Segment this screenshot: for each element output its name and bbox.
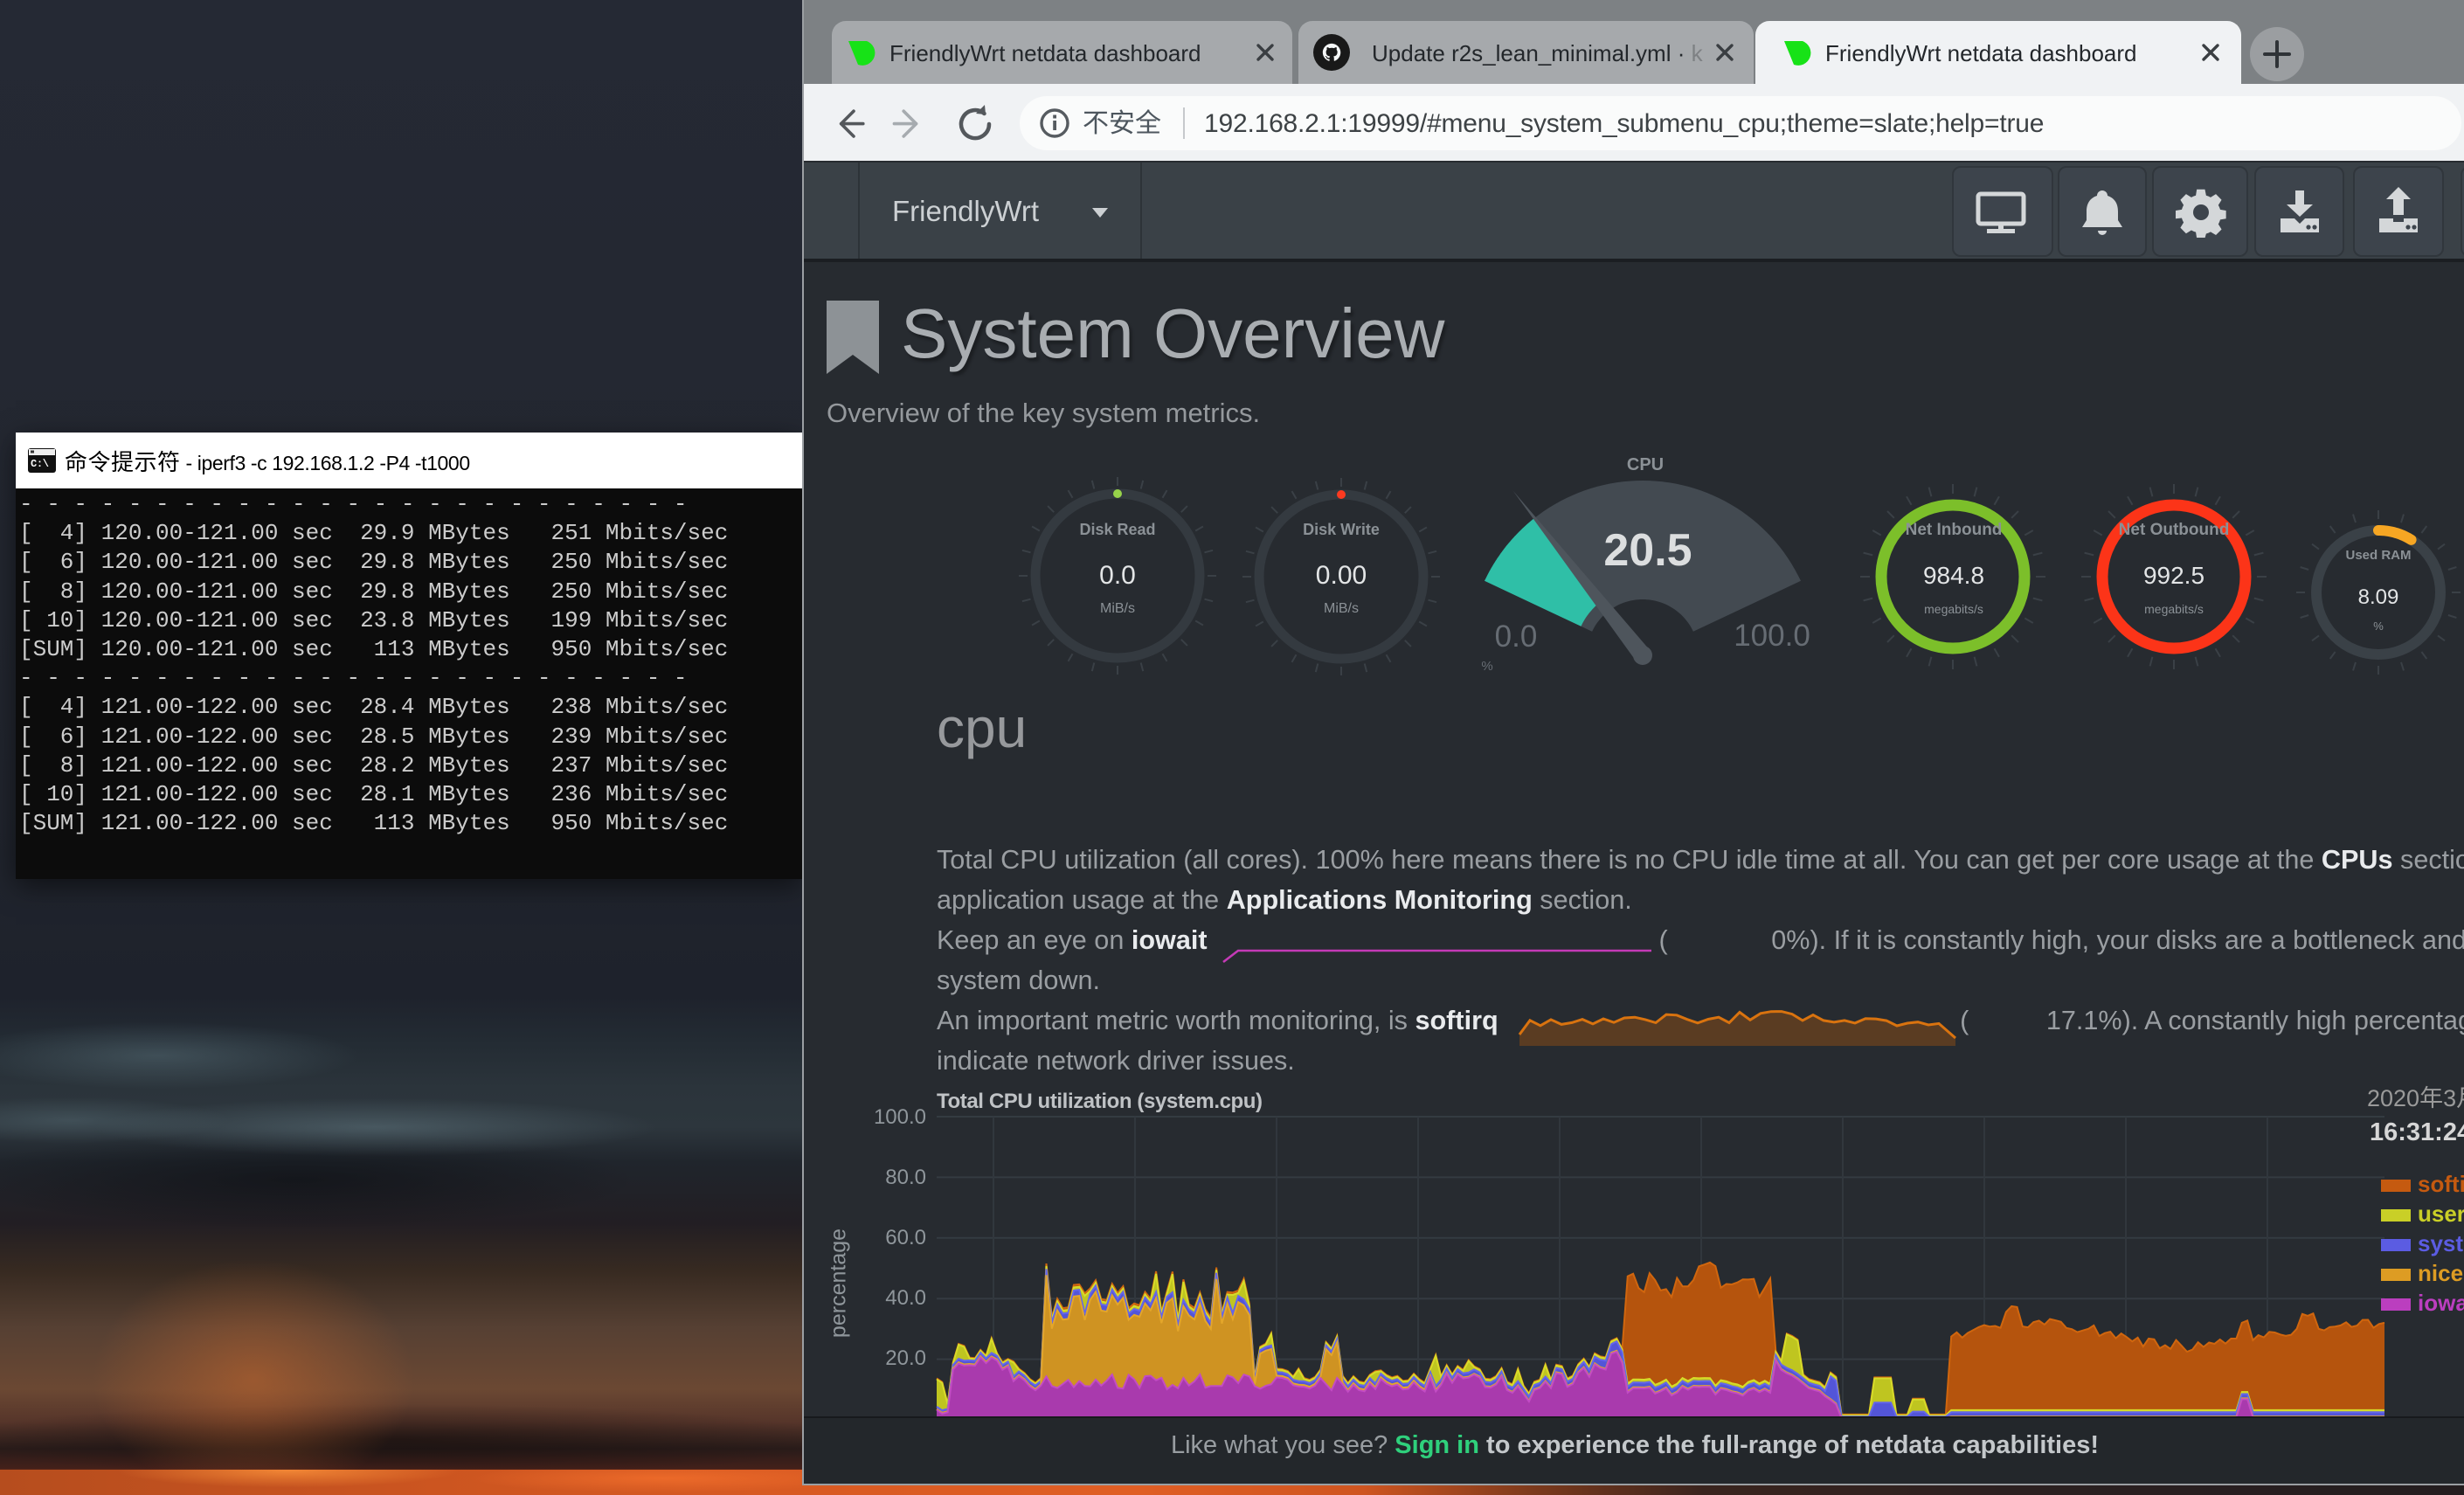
svg-text:C:\: C:\ bbox=[31, 458, 49, 470]
